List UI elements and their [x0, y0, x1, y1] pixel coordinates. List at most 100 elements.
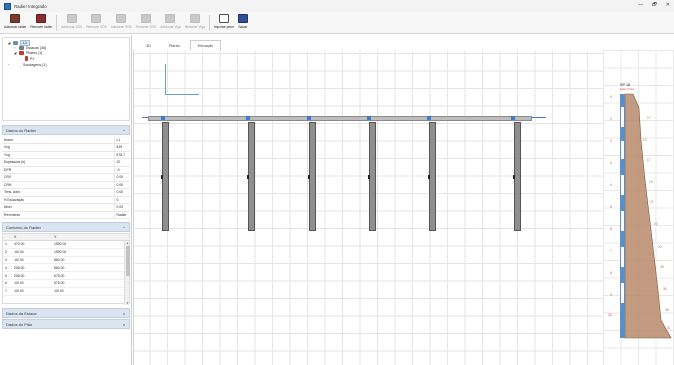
pillar-data-header[interactable]: Dados do Pilar v — [2, 319, 130, 329]
tree-item-sondagens[interactable]: › Sondagens (1) — [7, 63, 46, 67]
left-panel: ◢ L1 › Estacas (36) ◢ Pilares (1) P1 › S… — [0, 35, 132, 365]
estacas-icon — [19, 46, 24, 50]
minimize-icon[interactable]: — — [638, 2, 643, 10]
tab-elevacao[interactable]: Elevação — [189, 40, 222, 50]
pile-mark — [308, 175, 310, 179]
contour-header[interactable]: Contorno do Radier ^ — [2, 222, 130, 232]
remove-sos-2-icon — [140, 14, 151, 23]
scroll-down-icon[interactable]: ▼ — [125, 301, 130, 305]
expand-icon[interactable]: › — [13, 46, 17, 50]
nspt-value: 20 — [654, 222, 658, 226]
soil-layer — [620, 210, 625, 232]
pile[interactable] — [162, 122, 169, 231]
nspt-diagram — [624, 93, 672, 339]
soil-layer — [620, 140, 625, 160]
expand-icon[interactable]: ◢ — [13, 51, 17, 55]
table-row[interactable]: 7 -60.00 -60.00 — [3, 288, 129, 296]
depth-label: 4 — [610, 183, 612, 187]
remove-sos-2-button[interactable]: Remover SOS — [136, 12, 156, 29]
pilar-icon — [25, 56, 28, 61]
nspt-value: 13 — [643, 138, 647, 142]
add-viga-icon — [165, 14, 176, 23]
elevation-view[interactable] — [133, 50, 603, 365]
contour-table: X Y 1 470.00 1590.00 2 -60.00 1590.00 3 -60.0… — [2, 233, 130, 305]
table-row[interactable]: 1 470.00 1590.00 — [3, 241, 129, 249]
tree-item-p1[interactable]: P1 — [25, 56, 34, 61]
scroll-up-icon[interactable]: ▲ — [125, 241, 130, 245]
tree-p1-label: P1 — [30, 56, 35, 61]
app-icon — [4, 2, 11, 10]
soil-layer — [620, 196, 625, 210]
radier-icon — [13, 41, 18, 45]
depth-label: 5 — [610, 205, 612, 209]
nspt-value: 17 — [647, 158, 651, 162]
expand-icon[interactable]: ◢ — [7, 41, 11, 45]
pile[interactable] — [248, 122, 255, 231]
prop-row: Ycg 878.7 — [2, 151, 130, 159]
tab-3d[interactable]: 3D — [138, 40, 159, 50]
pile[interactable] — [369, 122, 376, 231]
pile-cap — [246, 116, 250, 120]
expand-icon[interactable]: › — [7, 63, 11, 67]
depth-label: 2 — [610, 139, 612, 143]
prop-row: Xcg 815 — [2, 143, 130, 152]
pile-mark — [428, 175, 430, 179]
save-button[interactable]: Salvar — [237, 12, 248, 29]
soil-layer — [620, 128, 625, 140]
import-button[interactable]: Importar perm — [214, 12, 234, 29]
nspt-value: 20 — [658, 245, 662, 249]
pile-mark — [247, 175, 249, 179]
tree-item-pilares[interactable]: ◢ Pilares (1) — [13, 51, 42, 55]
radier-data-header[interactable]: Dados do Radier ^ — [2, 125, 130, 135]
add-radier-button[interactable]: Adicionar radier — [4, 12, 26, 29]
scroll-thumb[interactable] — [125, 246, 130, 276]
pile[interactable] — [429, 122, 436, 231]
contour-scrollbar[interactable]: ▲ ▼ — [124, 241, 130, 305]
view-tabs: 3D Planta Elevação — [138, 40, 222, 50]
pile[interactable] — [514, 122, 521, 231]
title-bar: Radier Integrado — 🗗 ✕ — [0, 0, 674, 12]
depth-label: 6 — [610, 227, 612, 231]
table-row[interactable]: 2 -60.00 1590.00 — [3, 249, 129, 257]
toolbar-separator — [56, 15, 58, 31]
add-radier-icon — [10, 14, 21, 23]
add-sos-icon — [66, 14, 77, 23]
remove-radier-button[interactable]: Remover radier — [30, 12, 52, 29]
add-sos-2-button[interactable]: Adicionar SOS — [111, 12, 132, 29]
nspt-value: 21 — [650, 200, 654, 204]
tab-planta[interactable]: Planta — [161, 40, 188, 50]
prop-row: Revimento Radier — [2, 211, 130, 219]
add-viga-button[interactable]: Adicionar Viga — [160, 12, 181, 29]
toolbar: Adicionar radier Remover radier Adiciona… — [0, 12, 674, 34]
table-row[interactable]: 5 208.00 675.00 — [3, 272, 129, 280]
depth-label: 10 — [608, 313, 612, 317]
soil-layer — [620, 282, 625, 304]
prop-row: DPR -0 — [2, 166, 130, 174]
nspt-value: 28 — [660, 265, 664, 269]
window-controls: — 🗗 ✕ — [638, 2, 670, 10]
radier-slab[interactable] — [148, 116, 532, 121]
restore-icon[interactable]: 🗗 — [652, 2, 657, 10]
soil-layer — [620, 268, 625, 282]
tree-item-estacas[interactable]: › Estacas (36) — [13, 46, 46, 50]
close-icon[interactable]: ✕ — [666, 2, 670, 10]
depth-label: 7 — [610, 249, 612, 253]
remove-sos-button[interactable]: Remover SOS — [86, 12, 107, 29]
pile-data-header[interactable]: Dados da Estaca v — [2, 308, 130, 318]
pile[interactable] — [309, 122, 316, 231]
table-row[interactable]: 6 -60.00 675.00 — [3, 280, 129, 288]
soil-layer — [620, 174, 625, 196]
soil-layer — [620, 94, 625, 106]
prop-row: Nome L1 — [2, 136, 130, 144]
add-sos-button[interactable]: Adicionar SOS — [61, 12, 82, 29]
remove-viga-icon — [189, 14, 200, 23]
depth-label: 0 — [610, 95, 612, 99]
nspt-value: 41 — [667, 326, 671, 330]
pile-mark — [368, 175, 370, 179]
depth-label: 3 — [610, 161, 612, 165]
chevron-up-icon: ^ — [123, 224, 125, 230]
remove-viga-button[interactable]: Remover Viga — [185, 12, 205, 29]
soil-layer — [620, 232, 625, 246]
table-row[interactable]: 4 208.00 860.00 — [3, 264, 129, 273]
table-row[interactable]: 3 -60.00 860.00 — [3, 257, 129, 265]
